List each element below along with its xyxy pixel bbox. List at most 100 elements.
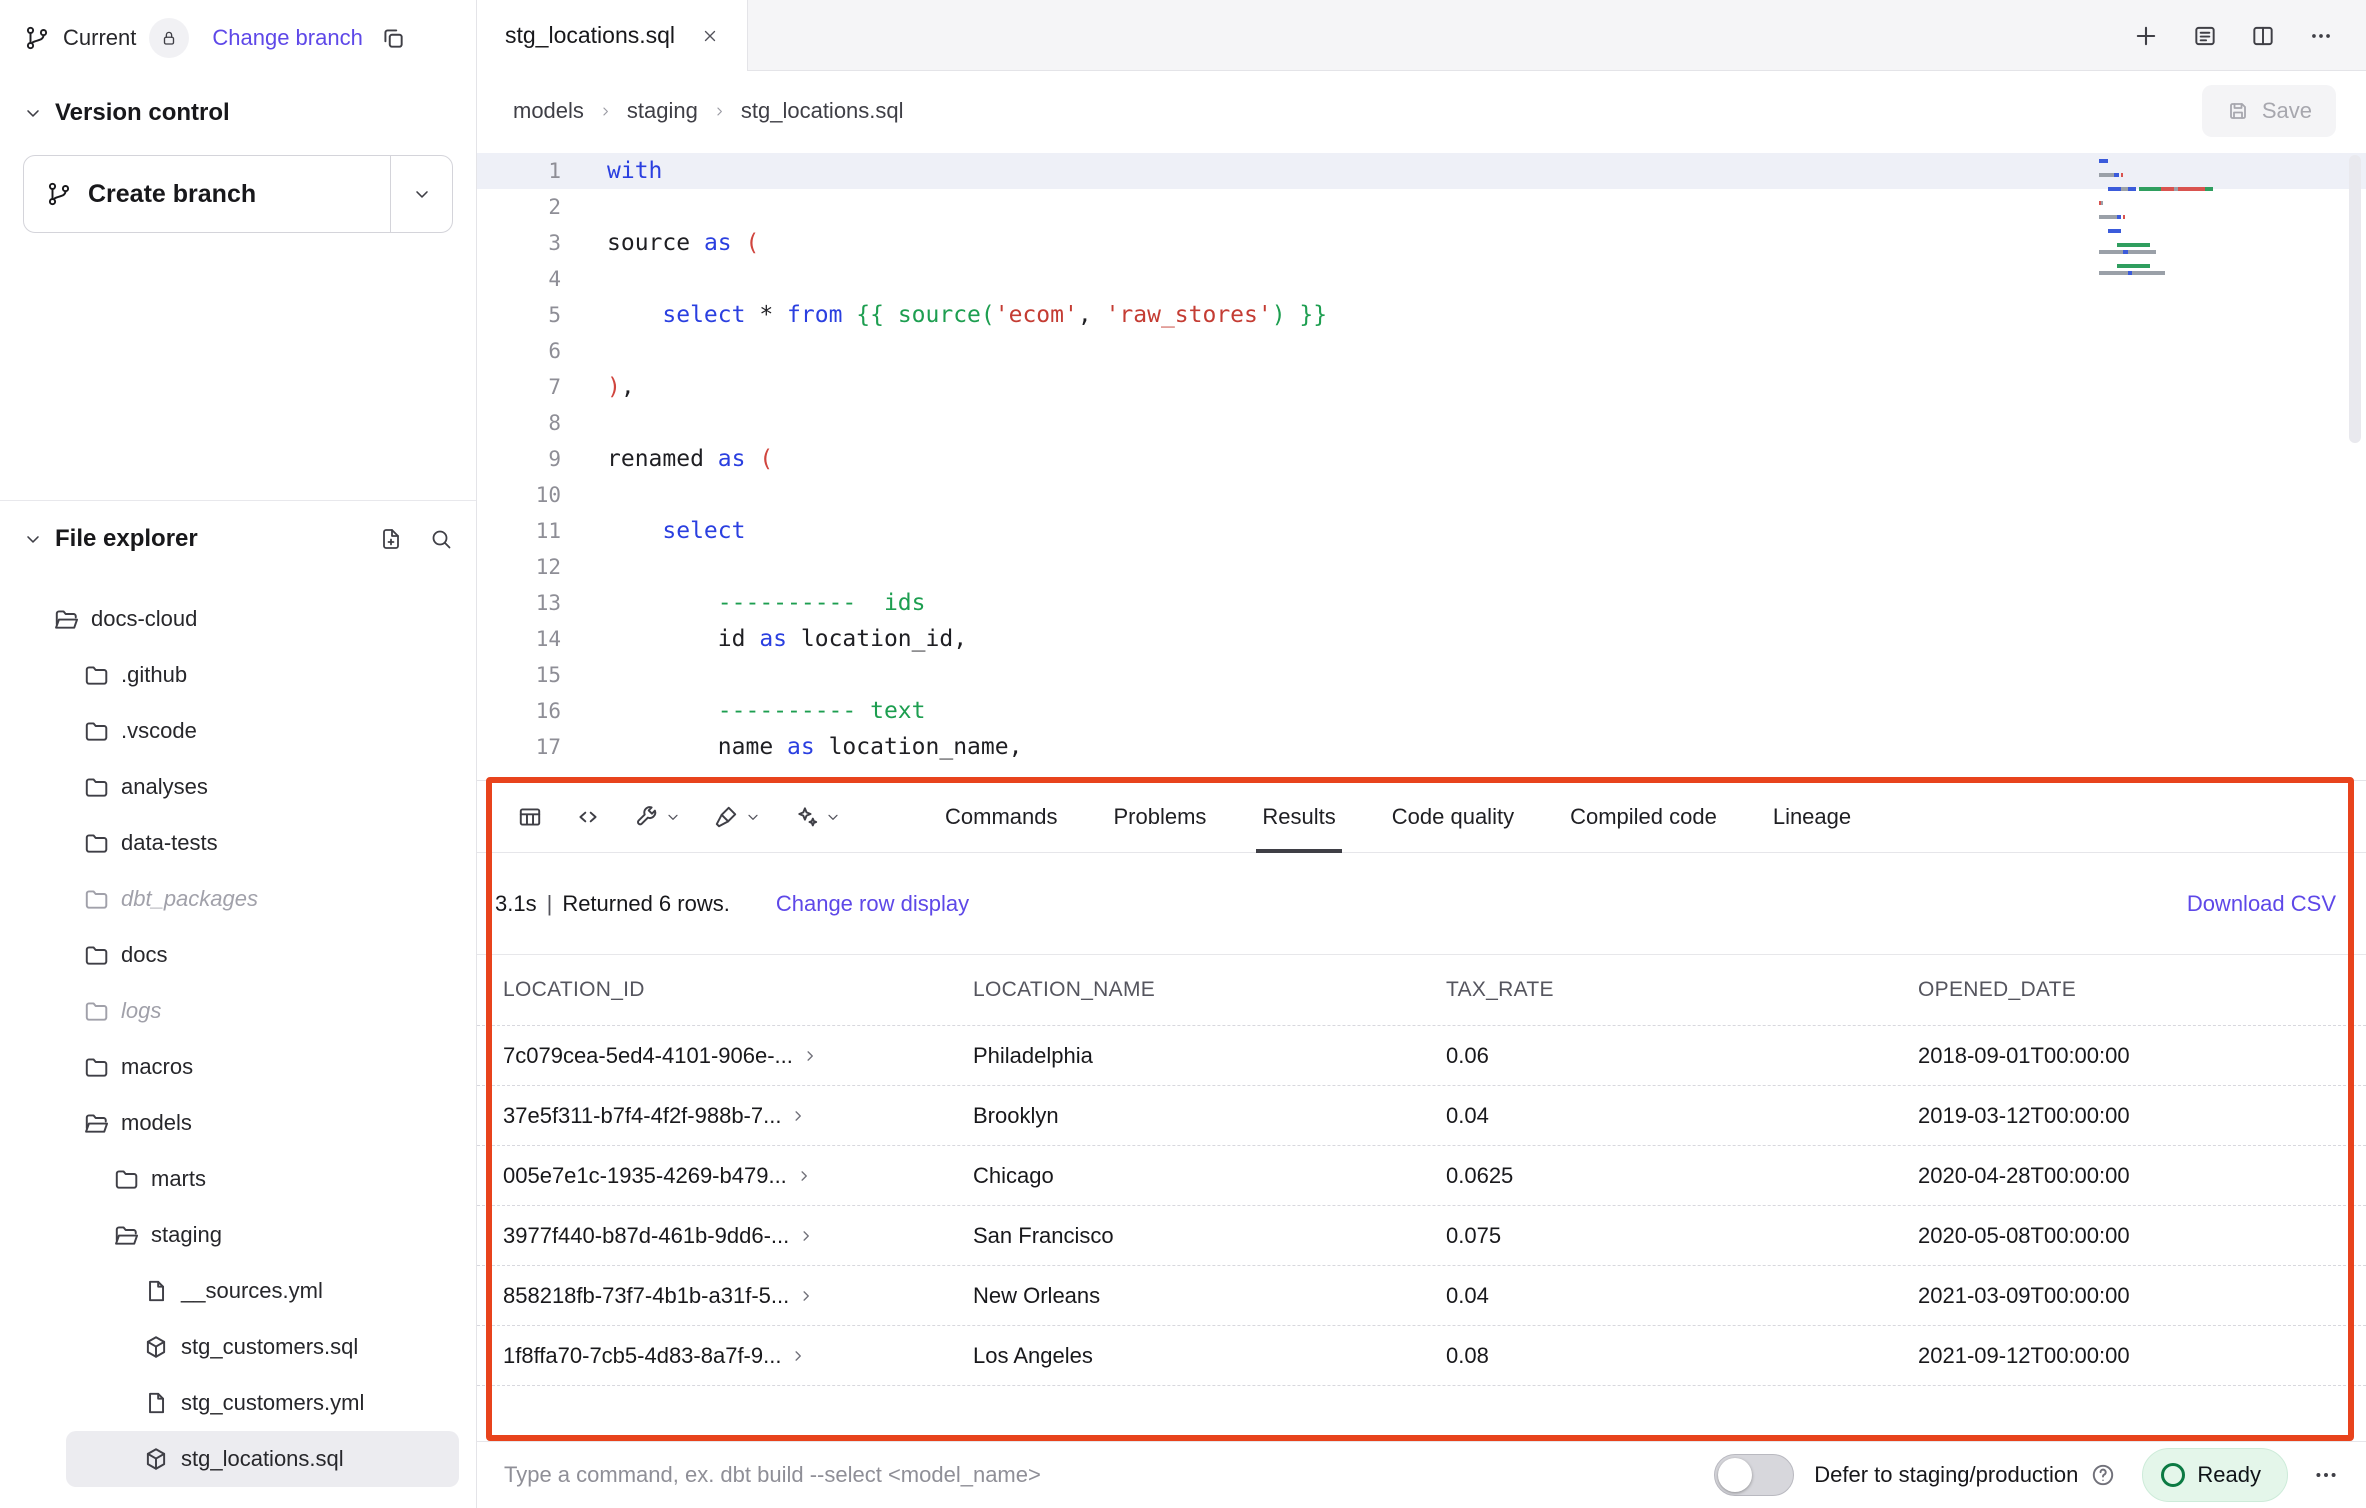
- format-menu-button[interactable]: [713, 804, 761, 830]
- file-name: marts: [151, 1166, 206, 1192]
- panel-toolbar: CommandsProblemsResultsCode qualityCompi…: [477, 781, 2366, 853]
- copy-branch-icon[interactable]: [380, 25, 406, 51]
- panel-tab-lineage[interactable]: Lineage: [1745, 781, 1879, 853]
- file-tree-item--vscode[interactable]: .vscode: [0, 703, 476, 759]
- command-input[interactable]: [504, 1462, 1714, 1488]
- expand-cell-icon[interactable]: [797, 1287, 815, 1305]
- minimap[interactable]: [2099, 159, 2249, 278]
- split-editor-icon[interactable]: [2250, 23, 2276, 49]
- expand-cell-icon[interactable]: [789, 1347, 807, 1365]
- cell: 0.06: [1446, 1043, 1918, 1069]
- file-name: stg_customers.yml: [181, 1390, 364, 1416]
- download-csv-link[interactable]: Download CSV: [2187, 891, 2336, 917]
- code-preview-button[interactable]: [575, 804, 601, 830]
- file-name: docs-cloud: [91, 606, 197, 632]
- expand-cell-icon[interactable]: [795, 1167, 813, 1185]
- file-tree-item-dbt-packages[interactable]: dbt_packages: [0, 871, 476, 927]
- file-tree-item--sources-yml[interactable]: __sources.yml: [0, 1263, 476, 1319]
- defer-label: Defer to staging/production: [1814, 1462, 2078, 1488]
- file-tree-item--github[interactable]: .github: [0, 647, 476, 703]
- line-number: 6: [477, 333, 561, 369]
- help-icon[interactable]: [2090, 1462, 2116, 1488]
- returned-rows-text: Returned 6 rows.: [562, 891, 730, 917]
- create-branch-dropdown[interactable]: [390, 156, 452, 232]
- file-tree-item-stg-customers-yml[interactable]: stg_customers.yml: [0, 1375, 476, 1431]
- expand-cell-icon[interactable]: [801, 1047, 819, 1065]
- save-label: Save: [2262, 98, 2312, 124]
- file-tree-item-macros[interactable]: macros: [0, 1039, 476, 1095]
- save-button[interactable]: Save: [2202, 85, 2336, 137]
- change-branch-link[interactable]: Change branch: [212, 25, 362, 51]
- file-name: staging: [151, 1222, 222, 1248]
- code-line: 7),: [477, 369, 2366, 405]
- line-number: 7: [477, 369, 561, 405]
- cell: New Orleans: [973, 1283, 1446, 1309]
- cell-location-id: 3977f440-b87d-461b-9dd6-...: [503, 1223, 789, 1249]
- code-line: 8: [477, 405, 2366, 441]
- editor-scrollbar[interactable]: [2349, 155, 2361, 443]
- results-grid-button[interactable]: [517, 804, 543, 830]
- change-row-display-link[interactable]: Change row display: [776, 891, 969, 917]
- file-tree-item-docs[interactable]: docs: [0, 927, 476, 983]
- code-line: 16 ---------- text: [477, 693, 2366, 729]
- file-name: logs: [121, 998, 161, 1024]
- panel-tab-problems[interactable]: Problems: [1085, 781, 1234, 853]
- folder-open-icon: [83, 1110, 109, 1136]
- save-icon: [2226, 99, 2250, 123]
- cell: Philadelphia: [973, 1043, 1446, 1069]
- file-name: .vscode: [121, 718, 197, 744]
- cell: 0.08: [1446, 1343, 1918, 1369]
- copilot-menu-button[interactable]: [793, 804, 841, 830]
- current-branch-label: Current: [63, 25, 136, 51]
- defer-toggle[interactable]: [1714, 1454, 1794, 1496]
- line-number: 3: [477, 225, 561, 261]
- status-divider: |: [547, 891, 553, 917]
- file-tree-item-models[interactable]: models: [0, 1095, 476, 1151]
- new-file-icon[interactable]: [379, 527, 403, 551]
- close-tab-icon[interactable]: [701, 27, 719, 45]
- file-tree-item-data-tests[interactable]: data-tests: [0, 815, 476, 871]
- branch-lock-badge: [149, 18, 189, 58]
- version-control-header[interactable]: Version control: [23, 75, 453, 127]
- chevron-down-icon: [412, 184, 432, 204]
- expand-cell-icon[interactable]: [789, 1107, 807, 1125]
- code-line: 3source as (: [477, 225, 2366, 261]
- file-name: models: [121, 1110, 192, 1136]
- file-tree-item-logs[interactable]: logs: [0, 983, 476, 1039]
- file-explorer-header[interactable]: File explorer: [0, 509, 476, 569]
- file-tree-item-stg-customers-sql[interactable]: stg_customers.sql: [0, 1319, 476, 1375]
- build-menu-button[interactable]: [633, 804, 681, 830]
- more-options-icon[interactable]: [2312, 1461, 2340, 1489]
- folder-icon: [83, 998, 109, 1024]
- file-tree-item-analyses[interactable]: analyses: [0, 759, 476, 815]
- result-row: 37e5f311-b7f4-4f2f-988b-7...Brooklyn0.04…: [477, 1086, 2366, 1146]
- code-editor[interactable]: 1with23source as (45 select * from {{ so…: [477, 151, 2366, 780]
- file-tree-item-docs-cloud[interactable]: docs-cloud: [0, 591, 476, 647]
- file-tree-item-marts[interactable]: marts: [0, 1151, 476, 1207]
- folder-icon: [83, 830, 109, 856]
- tab-stg-locations-sql[interactable]: stg_locations.sql: [477, 0, 748, 71]
- create-branch-button[interactable]: Create branch: [23, 155, 453, 233]
- panel-tab-results[interactable]: Results: [1234, 781, 1363, 853]
- file-tree-item-stg-locations-sql[interactable]: stg_locations.sql: [66, 1431, 459, 1487]
- column-header: LOCATION_NAME: [973, 978, 1446, 1002]
- file-tree-item-staging[interactable]: staging: [0, 1207, 476, 1263]
- expand-cell-icon[interactable]: [797, 1227, 815, 1245]
- editor-more-options-icon[interactable]: [2308, 23, 2334, 49]
- results-panel: CommandsProblemsResultsCode qualityCompi…: [477, 780, 2366, 1441]
- new-tab-icon[interactable]: [2132, 22, 2160, 50]
- file-name: stg_customers.sql: [181, 1334, 358, 1360]
- panel-tab-compiled-code[interactable]: Compiled code: [1542, 781, 1745, 853]
- table-icon: [517, 804, 543, 830]
- search-icon[interactable]: [429, 527, 453, 551]
- sidebar: Current Change branch Version control Cr…: [0, 0, 477, 1508]
- line-number: 16: [477, 693, 561, 729]
- create-branch-main[interactable]: Create branch: [24, 156, 390, 232]
- panel-tab-commands[interactable]: Commands: [917, 781, 1085, 853]
- editor-format-icon[interactable]: [2192, 23, 2218, 49]
- line-number: 12: [477, 549, 561, 585]
- panel-tab-code-quality[interactable]: Code quality: [1364, 781, 1542, 853]
- toggle-knob: [1718, 1458, 1752, 1492]
- ready-status-button[interactable]: Ready: [2142, 1448, 2288, 1502]
- column-header: LOCATION_ID: [503, 978, 973, 1002]
